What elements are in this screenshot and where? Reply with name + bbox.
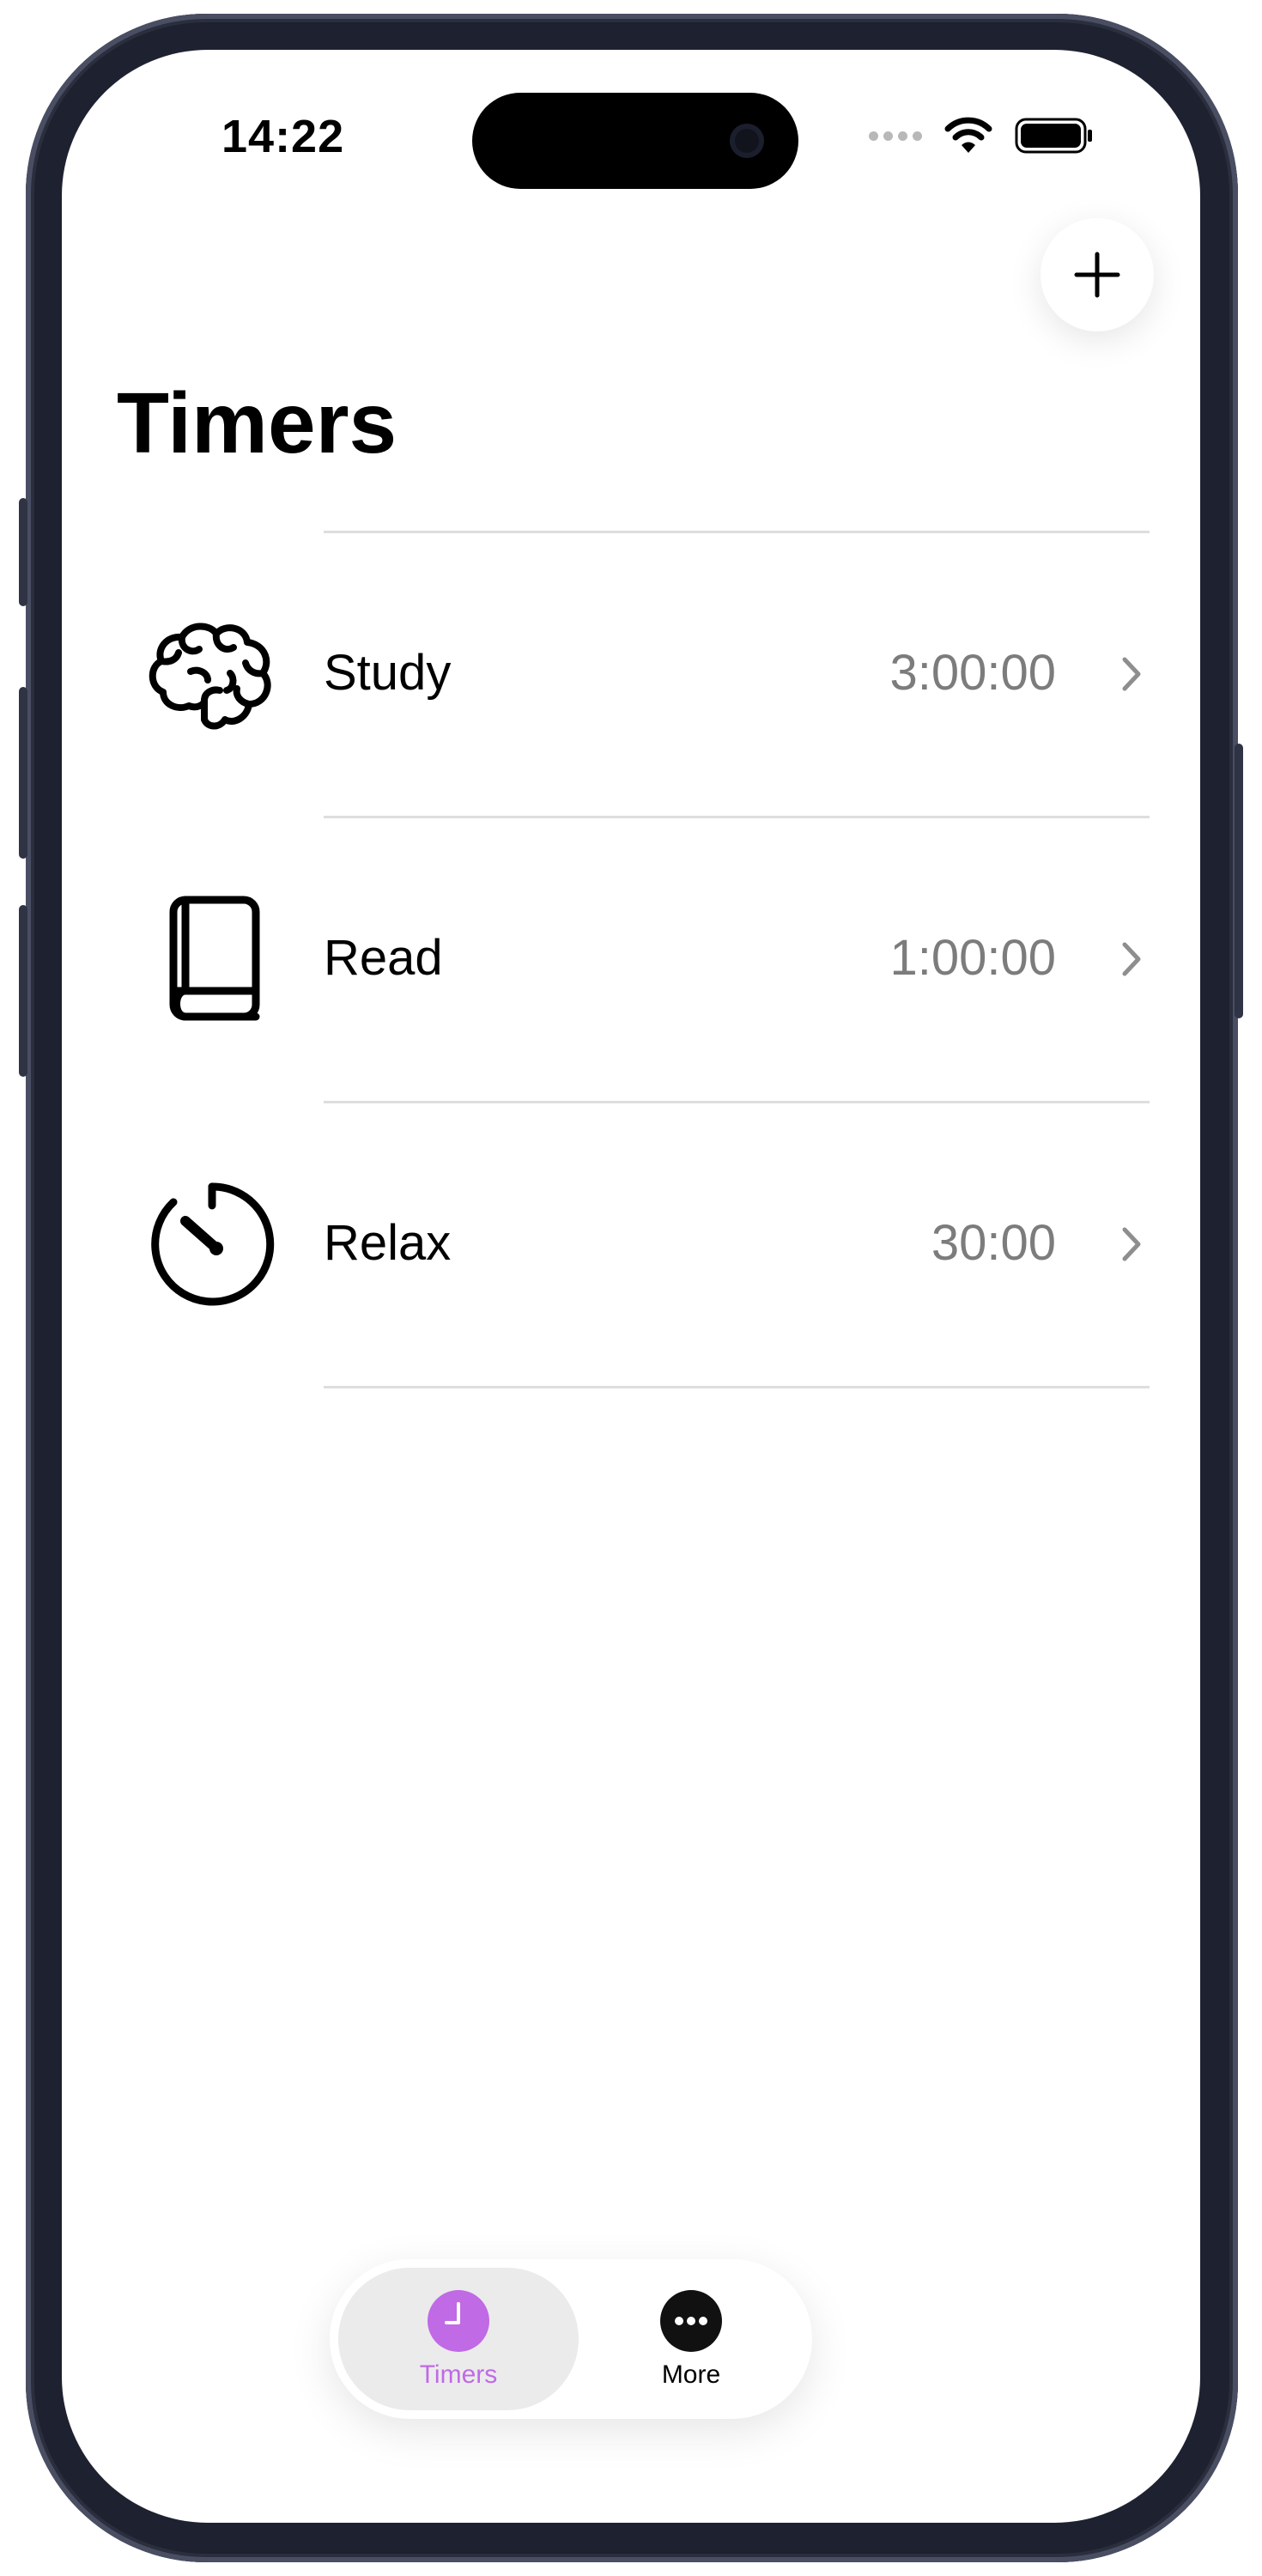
timer-name: Relax (324, 1215, 452, 1271)
clock-icon (428, 2290, 489, 2352)
chevron-right-icon (1122, 1227, 1141, 1261)
timer-duration: 3:00:00 (889, 645, 1056, 701)
timer-row-relax[interactable]: Relax 30:00 (62, 1103, 1200, 1386)
divider (324, 1386, 1150, 1388)
volume-up-button (19, 687, 27, 859)
timer-name: Study (324, 645, 452, 701)
chevron-right-icon (1122, 657, 1141, 691)
book-icon (148, 896, 276, 1021)
wifi-icon (944, 117, 992, 153)
tab-more[interactable]: More (579, 2268, 804, 2410)
battery-icon (1015, 118, 1092, 154)
screen: 14:22 Timers Study 3:00:00 Read 1:00:00 … (62, 50, 1200, 2523)
power-button (1235, 744, 1243, 1018)
timer-name: Read (324, 930, 443, 986)
dynamic-island (472, 93, 798, 189)
camera-icon (730, 124, 764, 158)
cellular-signal-icon (869, 131, 922, 141)
status-indicators (869, 112, 1094, 160)
volume-down-button (19, 905, 27, 1077)
timer-duration: 1:00:00 (889, 930, 1056, 986)
tab-label: Timers (419, 2360, 498, 2389)
brain-icon (148, 618, 276, 730)
tab-bar: Timers More (330, 2259, 812, 2419)
page-title: Timers (117, 375, 397, 471)
timer-row-study[interactable]: Study 3:00:00 (62, 532, 1200, 816)
action-button (19, 498, 27, 606)
timer-icon (148, 1182, 276, 1306)
tab-timers[interactable]: Timers (338, 2268, 579, 2410)
chevron-right-icon (1122, 942, 1141, 976)
timer-row-read[interactable]: Read 1:00:00 (62, 817, 1200, 1101)
add-timer-button[interactable] (1041, 218, 1154, 331)
ellipsis-icon (660, 2290, 722, 2352)
plus-icon (1074, 252, 1120, 298)
timer-duration: 30:00 (931, 1215, 1056, 1271)
status-time: 14:22 (221, 111, 345, 162)
tab-label: More (661, 2360, 721, 2389)
